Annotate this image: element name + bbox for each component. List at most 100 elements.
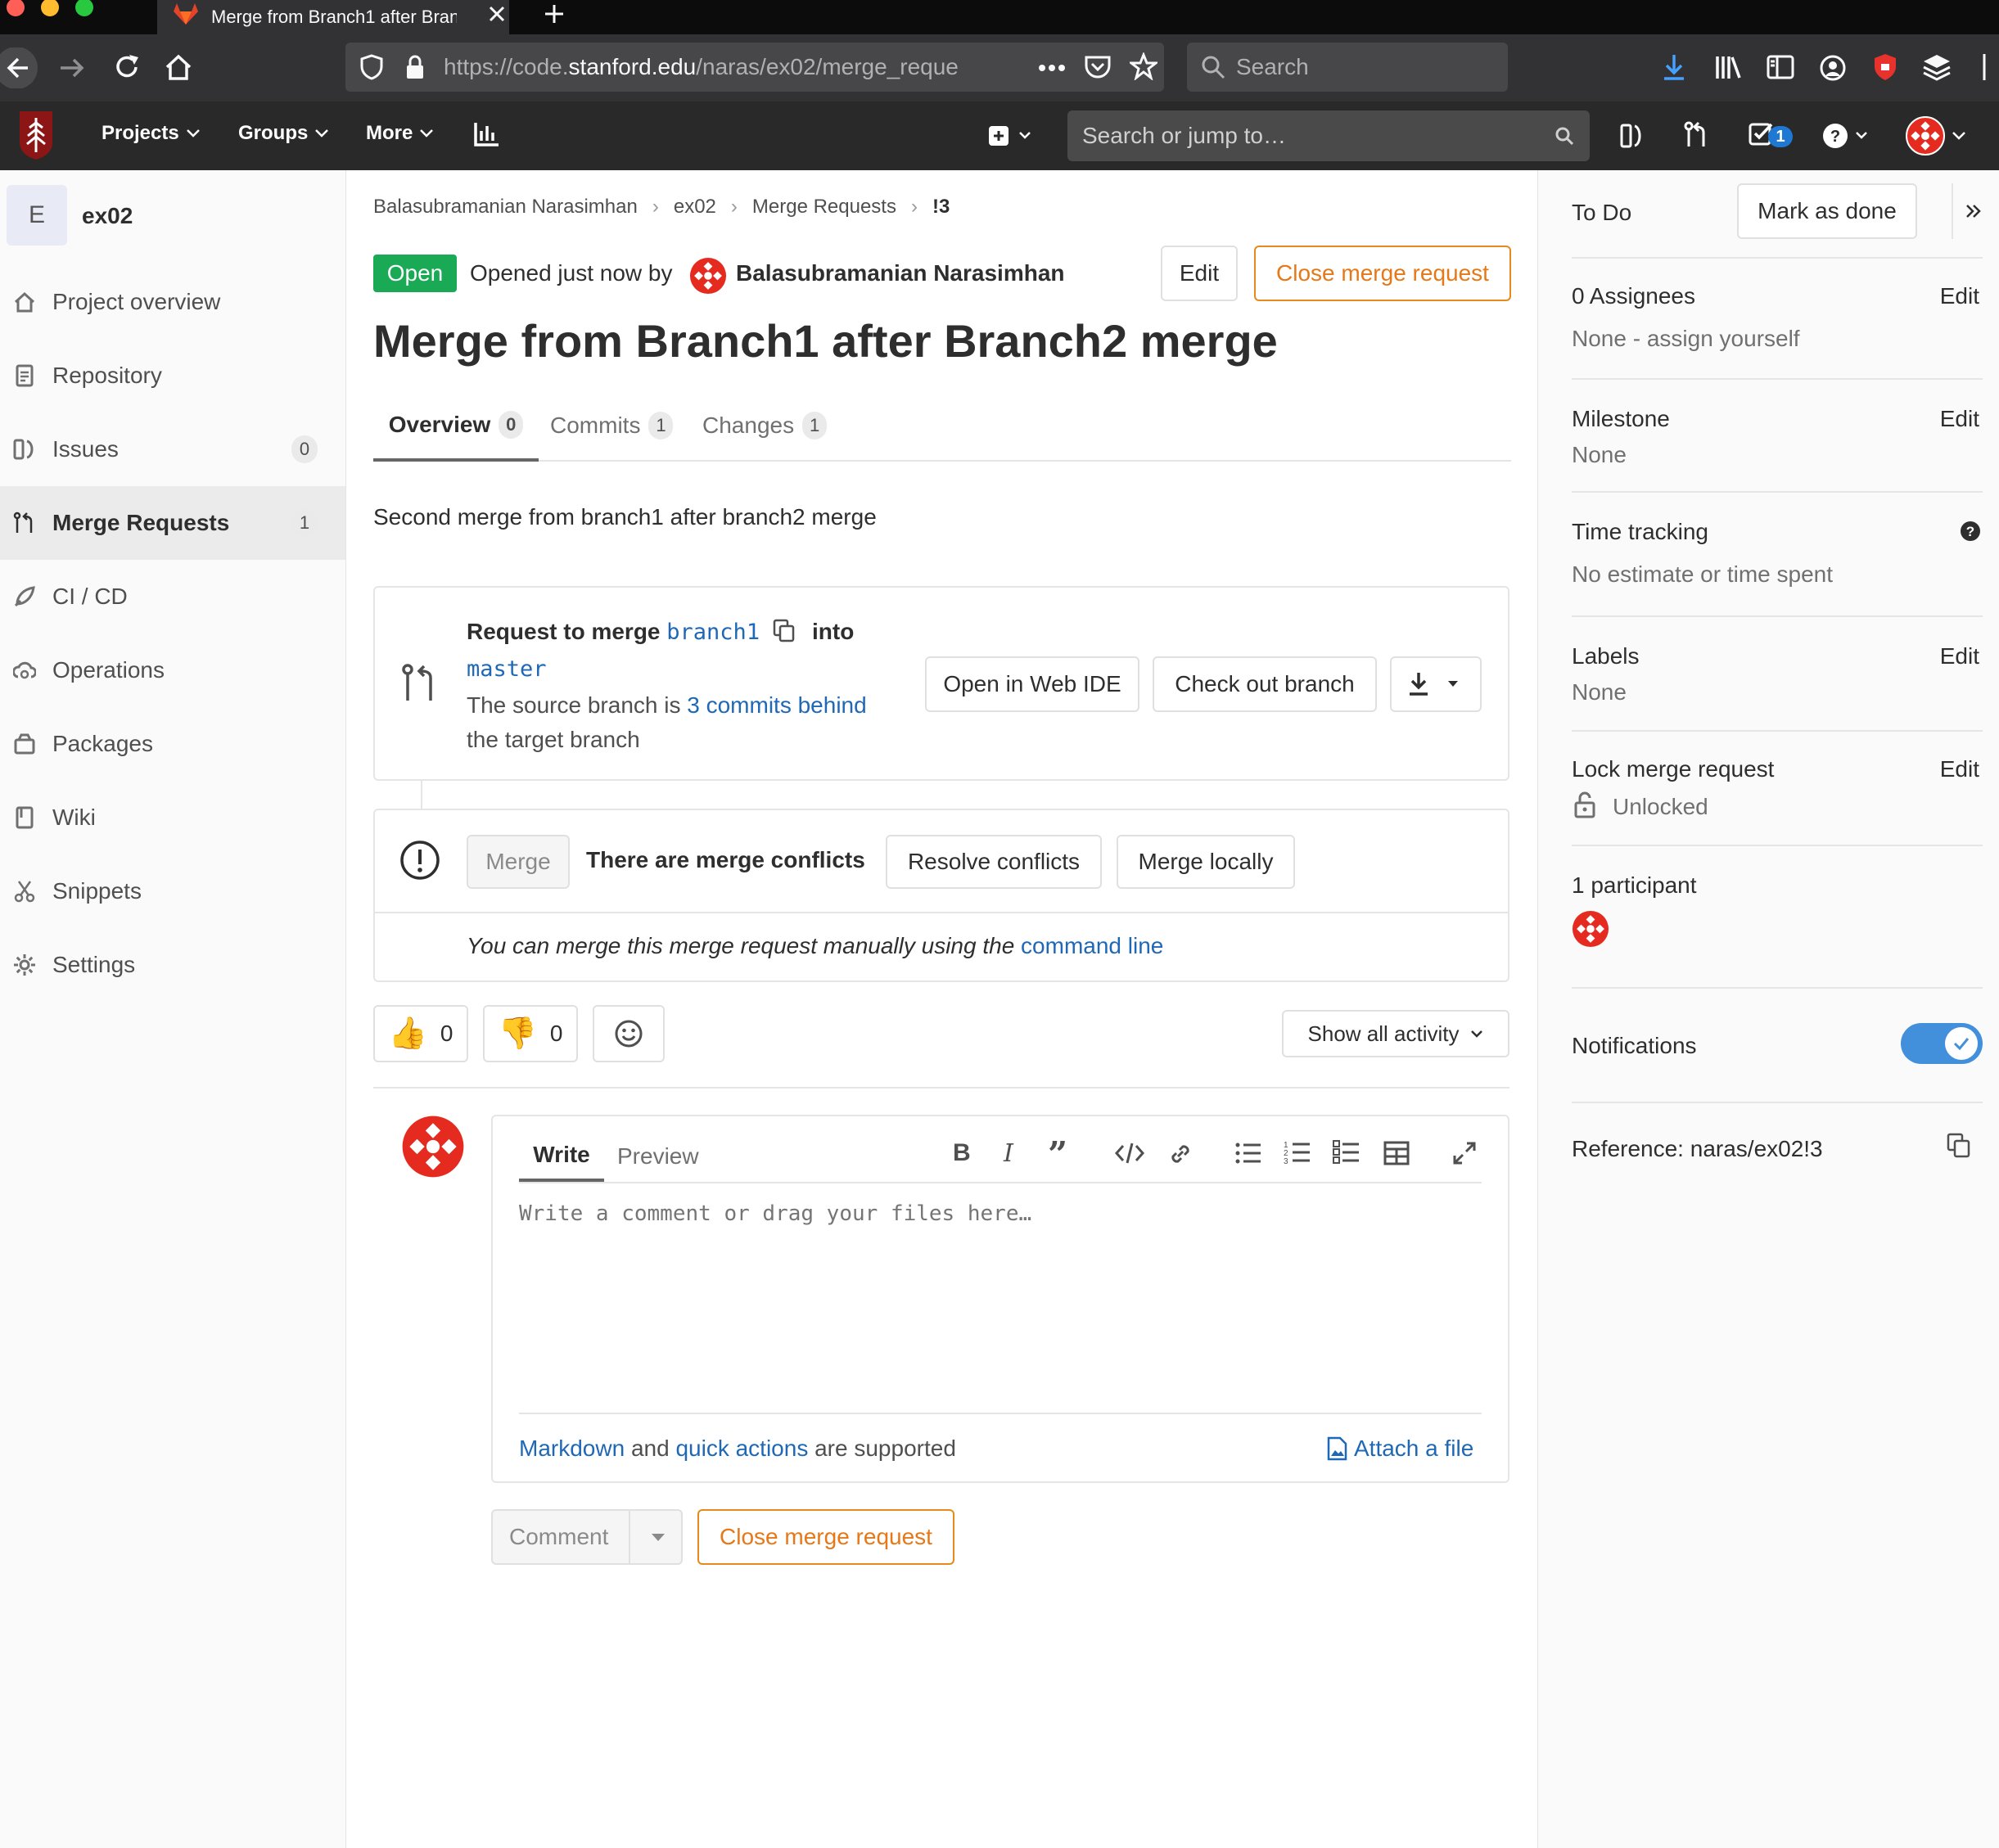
lock-edit-link[interactable]: Edit bbox=[1940, 756, 1979, 782]
link-icon[interactable] bbox=[1167, 1141, 1194, 1167]
italic-icon[interactable]: I bbox=[1004, 1139, 1013, 1168]
merge-button[interactable]: Merge bbox=[467, 835, 570, 889]
participant-avatar[interactable] bbox=[1572, 910, 1609, 948]
stanford-logo-icon[interactable] bbox=[16, 110, 56, 160]
task-list-icon[interactable] bbox=[1333, 1139, 1360, 1165]
tab-overview[interactable]: Overview 0 bbox=[373, 391, 539, 462]
attach-file-link[interactable]: Attach a file bbox=[1326, 1436, 1473, 1462]
thumbs-up-button[interactable]: 👍 0 bbox=[373, 1005, 468, 1062]
user-menu[interactable] bbox=[1906, 116, 1968, 156]
nav-more[interactable]: More bbox=[366, 122, 434, 145]
sidebar-item-ci-cd[interactable]: CI / CD bbox=[0, 560, 345, 633]
new-item-dropdown-icon[interactable] bbox=[987, 124, 1035, 147]
account-icon[interactable] bbox=[1819, 54, 1847, 82]
merge-locally-button[interactable]: Merge locally bbox=[1117, 835, 1295, 889]
current-user-avatar[interactable] bbox=[401, 1115, 465, 1179]
tab-commits[interactable]: Commits 1 bbox=[550, 391, 674, 460]
project-avatar[interactable]: E bbox=[7, 185, 67, 246]
nav-groups[interactable]: Groups bbox=[238, 122, 329, 145]
assign-yourself-link[interactable]: assign yourself bbox=[1647, 326, 1800, 351]
comment-textarea[interactable] bbox=[508, 1197, 1490, 1406]
check-out-branch-button[interactable]: Check out branch bbox=[1153, 656, 1377, 712]
download-icon[interactable] bbox=[1662, 52, 1686, 82]
collapse-sidebar-icon[interactable] bbox=[1965, 203, 1983, 219]
preview-tab[interactable]: Preview bbox=[617, 1131, 699, 1182]
author-avatar[interactable] bbox=[689, 257, 727, 295]
comment-button[interactable]: Comment bbox=[491, 1509, 683, 1565]
open-web-ide-button[interactable]: Open in Web IDE bbox=[925, 656, 1139, 712]
issues-nav-icon[interactable] bbox=[1619, 123, 1644, 149]
edit-button[interactable]: Edit bbox=[1161, 246, 1238, 301]
browser-search-bar[interactable]: Search bbox=[1187, 43, 1508, 92]
help-icon[interactable]: ? bbox=[1960, 521, 1981, 542]
sidebar-item-project-overview[interactable]: Project overview bbox=[0, 265, 345, 339]
assignees-edit-link[interactable]: Edit bbox=[1940, 283, 1979, 309]
code-icon[interactable] bbox=[1115, 1141, 1144, 1165]
library-icon[interactable] bbox=[1714, 54, 1742, 80]
help-dropdown-icon[interactable]: ? bbox=[1822, 123, 1873, 149]
sidebar-item-merge-requests[interactable]: Merge Requests 1 bbox=[0, 486, 345, 560]
table-icon[interactable] bbox=[1383, 1141, 1410, 1165]
minimize-window-button[interactable] bbox=[41, 0, 59, 16]
author-name[interactable]: Balasubramanian Narasimhan bbox=[736, 260, 1065, 286]
sidebar-item-issues[interactable]: Issues 0 bbox=[0, 412, 345, 486]
ublock-shield-icon[interactable] bbox=[1873, 52, 1897, 82]
close-merge-request-bottom-button[interactable]: Close merge request bbox=[697, 1509, 954, 1565]
show-activity-dropdown[interactable]: Show all activity bbox=[1282, 1010, 1509, 1057]
pocket-icon[interactable] bbox=[1084, 54, 1112, 80]
milestone-edit-link[interactable]: Edit bbox=[1940, 406, 1979, 432]
notifications-toggle[interactable] bbox=[1901, 1023, 1983, 1064]
target-branch-link[interactable]: master bbox=[467, 656, 547, 682]
breadcrumb-merge-requests[interactable]: Merge Requests bbox=[752, 196, 896, 219]
todos-nav[interactable]: 1 bbox=[1749, 121, 1796, 149]
download-dropdown-button[interactable] bbox=[1390, 656, 1482, 712]
emoji-picker-button[interactable] bbox=[593, 1005, 665, 1062]
close-window-button[interactable] bbox=[7, 0, 25, 16]
close-tab-icon[interactable] bbox=[488, 5, 506, 23]
labels-edit-link[interactable]: Edit bbox=[1940, 643, 1979, 669]
numbered-list-icon[interactable]: 1 2 3 bbox=[1284, 1139, 1311, 1165]
write-tab[interactable]: Write bbox=[519, 1131, 604, 1182]
home-browser-icon[interactable] bbox=[164, 52, 193, 82]
tab-changes[interactable]: Changes 1 bbox=[702, 391, 828, 460]
page-actions-icon[interactable] bbox=[1038, 64, 1066, 72]
nav-projects[interactable]: Projects bbox=[102, 122, 201, 145]
mark-as-done-button[interactable]: Mark as done bbox=[1737, 183, 1917, 239]
layers-icon[interactable] bbox=[1922, 52, 1952, 82]
forward-icon[interactable] bbox=[57, 54, 87, 82]
copy-branch-icon[interactable] bbox=[773, 619, 796, 643]
bullet-list-icon[interactable] bbox=[1234, 1141, 1262, 1165]
quote-icon[interactable]: ” bbox=[1048, 1134, 1067, 1174]
overflow-menu-icon[interactable] bbox=[1976, 52, 1992, 82]
sidebar-item-wiki[interactable]: Wiki bbox=[0, 781, 345, 854]
back-icon[interactable] bbox=[0, 47, 46, 88]
bookmark-star-icon[interactable] bbox=[1130, 52, 1157, 80]
activity-chart-icon[interactable] bbox=[473, 121, 501, 147]
zoom-window-button[interactable] bbox=[75, 0, 93, 16]
breadcrumb-project[interactable]: ex02 bbox=[674, 196, 716, 219]
browser-tab[interactable]: Merge from Branch1 after Branch2 merge bbox=[157, 0, 509, 34]
breadcrumb-current[interactable]: !3 bbox=[932, 196, 950, 219]
copy-reference-icon[interactable] bbox=[1947, 1133, 1971, 1159]
source-branch-link[interactable]: branch1 bbox=[666, 620, 760, 645]
breadcrumb-owner[interactable]: Balasubramanian Narasimhan bbox=[373, 196, 638, 219]
command-line-link[interactable]: command line bbox=[1021, 933, 1163, 958]
project-name[interactable]: ex02 bbox=[82, 203, 133, 229]
global-search-input[interactable]: Search or jump to… bbox=[1067, 110, 1590, 161]
quick-actions-link[interactable]: quick actions bbox=[675, 1436, 808, 1461]
sidebar-toggle-icon[interactable] bbox=[1767, 54, 1794, 80]
close-merge-request-button[interactable]: Close merge request bbox=[1254, 246, 1511, 301]
bold-icon[interactable]: B bbox=[953, 1139, 971, 1167]
reload-icon[interactable] bbox=[113, 52, 141, 82]
sidebar-item-repository[interactable]: Repository bbox=[0, 339, 345, 412]
sidebar-item-packages[interactable]: Packages bbox=[0, 707, 345, 781]
commits-behind-link[interactable]: 3 commits behind bbox=[687, 692, 866, 718]
merge-requests-nav-icon[interactable] bbox=[1683, 121, 1709, 149]
sidebar-item-operations[interactable]: Operations bbox=[0, 633, 345, 707]
sidebar-item-snippets[interactable]: Snippets bbox=[0, 854, 345, 928]
resolve-conflicts-button[interactable]: Resolve conflicts bbox=[886, 835, 1102, 889]
new-tab-icon[interactable] bbox=[544, 3, 565, 25]
fullscreen-icon[interactable] bbox=[1452, 1141, 1477, 1165]
markdown-link[interactable]: Markdown bbox=[519, 1436, 625, 1461]
sidebar-item-settings[interactable]: Settings bbox=[0, 928, 345, 1002]
